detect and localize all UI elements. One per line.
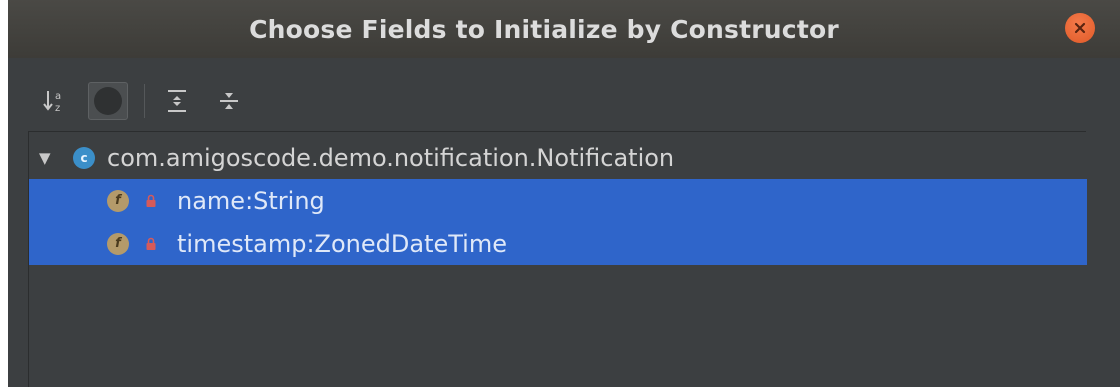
tree-class-node[interactable]: ▼ c com.amigoscode.demo.notification.Not…	[29, 136, 1087, 179]
tree-field-row[interactable]: f timestamp:ZonedDateTime	[29, 222, 1087, 265]
expand-all-icon	[168, 90, 186, 112]
show-inherited-toggle-button[interactable]	[88, 82, 128, 120]
field-icon: f	[107, 189, 129, 212]
collapse-all-button[interactable]	[212, 80, 246, 122]
close-button[interactable]	[1065, 13, 1095, 43]
sort-alphabetically-icon: a z	[43, 91, 61, 114]
class-icon: c	[73, 146, 95, 169]
svg-text:a: a	[55, 91, 61, 102]
close-icon	[1074, 22, 1086, 34]
dialog-titlebar[interactable]: Choose Fields to Initialize by Construct…	[8, 0, 1120, 58]
svg-text:z: z	[55, 103, 60, 114]
field-label: timestamp:ZonedDateTime	[177, 229, 507, 258]
class-name: com.amigoscode.demo.notification.Notific…	[107, 143, 675, 172]
dialog-toolbar: a z	[8, 80, 408, 122]
toolbar-separator	[144, 84, 145, 118]
tree-field-row[interactable]: f name:String	[29, 179, 1087, 222]
private-lock-icon	[146, 194, 156, 207]
field-icon: f	[107, 232, 129, 255]
expand-all-button[interactable]	[160, 80, 194, 122]
private-lock-icon	[146, 237, 156, 250]
constructor-fields-dialog: Choose Fields to Initialize by Construct…	[8, 0, 1120, 387]
fields-tree: ▼ c com.amigoscode.demo.notification.Not…	[28, 131, 1087, 387]
sort-alphabetically-button[interactable]: a z	[36, 80, 76, 122]
expand-arrow-icon[interactable]: ▼	[39, 149, 51, 167]
field-label: name:String	[177, 186, 325, 215]
dialog-title: Choose Fields to Initialize by Construct…	[249, 14, 839, 44]
collapse-all-icon	[220, 93, 238, 109]
show-inherited-toggle-icon	[94, 87, 122, 115]
